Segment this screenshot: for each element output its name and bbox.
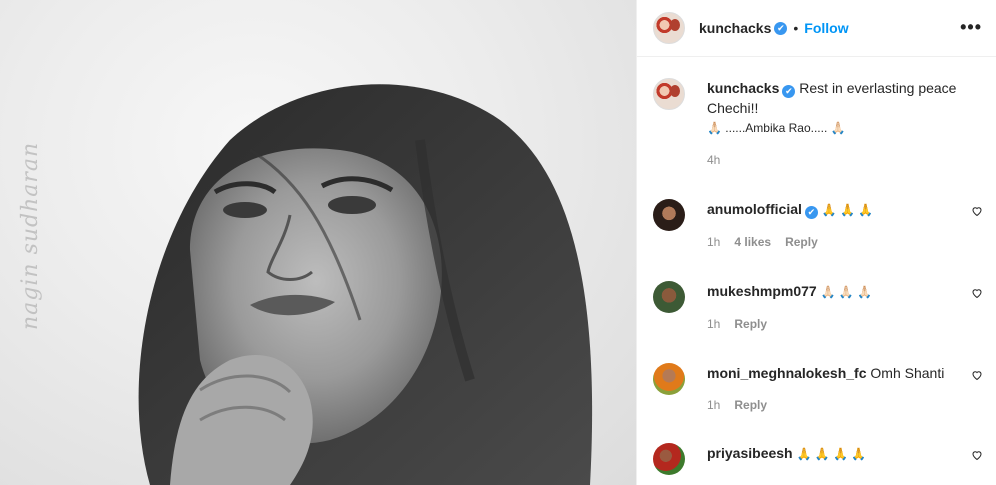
verified-icon: ✔ (782, 85, 796, 98)
comment-username[interactable]: mukeshmpm077 (707, 283, 817, 299)
author-avatar[interactable] (653, 12, 685, 44)
heart-icon[interactable] (971, 369, 983, 381)
more-options-icon[interactable]: ••• (960, 17, 982, 38)
comment-username[interactable]: priyasibeesh (707, 445, 793, 461)
commenter-avatar[interactable] (653, 281, 685, 313)
portrait-image (138, 84, 593, 485)
post-side-panel: kunchacks ✔ • Follow ••• kunchacks ✔ Rest… (636, 0, 996, 485)
caption-avatar[interactable] (653, 78, 685, 110)
comment-time[interactable]: 1h (707, 314, 720, 334)
author-username[interactable]: kunchacks (699, 20, 771, 36)
reply-button[interactable]: Reply (734, 314, 767, 334)
commenter-avatar[interactable] (653, 363, 685, 395)
comment-time[interactable]: 1h (707, 232, 720, 252)
caption-timestamp[interactable]: 4h (707, 150, 956, 170)
reply-button[interactable]: Reply (785, 232, 818, 252)
comment-item: mukeshmpm077 🙏🏻 🙏🏻 🙏🏻 1h Reply (653, 281, 993, 334)
commenter-avatar[interactable] (653, 443, 685, 475)
reply-button[interactable]: Reply (734, 395, 767, 415)
post-header: kunchacks ✔ • Follow ••• (637, 0, 996, 57)
comment-username[interactable]: anumolofficial (707, 201, 802, 217)
comment-item: anumolofficial ✔ 🙏 🙏 🙏 1h 4 likes Reply (653, 199, 993, 252)
verified-icon: ✔ (804, 206, 818, 219)
caption-text-line2: Chechi!! (707, 100, 759, 116)
post-caption: kunchacks ✔ Rest in everlasting peace Che… (653, 78, 983, 170)
comment-text: 🙏🏻 🙏🏻 🙏🏻 (820, 285, 873, 299)
heart-icon[interactable] (971, 449, 983, 461)
heart-icon[interactable] (971, 287, 983, 299)
comment-username[interactable]: moni_meghnalokesh_fc (707, 365, 867, 381)
comment-text: 🙏 🙏 🙏 🙏 (796, 447, 867, 461)
comment-text: Omh Shanti (870, 365, 945, 381)
comment-item: priyasibeesh 🙏 🙏 🙏 🙏 (653, 443, 993, 475)
verified-icon: ✔ (774, 21, 788, 35)
caption-username[interactable]: kunchacks (707, 80, 779, 96)
photo-watermark: nagin sudharan (18, 141, 43, 330)
post-photo[interactable]: nagin sudharan (0, 0, 636, 485)
comment-text: 🙏 🙏 🙏 (821, 203, 874, 217)
separator-dot: • (793, 20, 799, 36)
commenter-avatar[interactable] (653, 199, 685, 231)
comment-time[interactable]: 1h (707, 395, 720, 415)
follow-button[interactable]: Follow (804, 20, 848, 36)
comment-likes[interactable]: 4 likes (734, 232, 771, 252)
comment-item: moni_meghnalokesh_fc Omh Shanti 1h Reply (653, 363, 993, 415)
caption-text-line3: 🙏🏻 ......Ambika Rao..... 🙏🏻 (707, 121, 846, 135)
heart-icon[interactable] (971, 205, 983, 217)
caption-text-line1: Rest in everlasting peace (799, 80, 957, 96)
